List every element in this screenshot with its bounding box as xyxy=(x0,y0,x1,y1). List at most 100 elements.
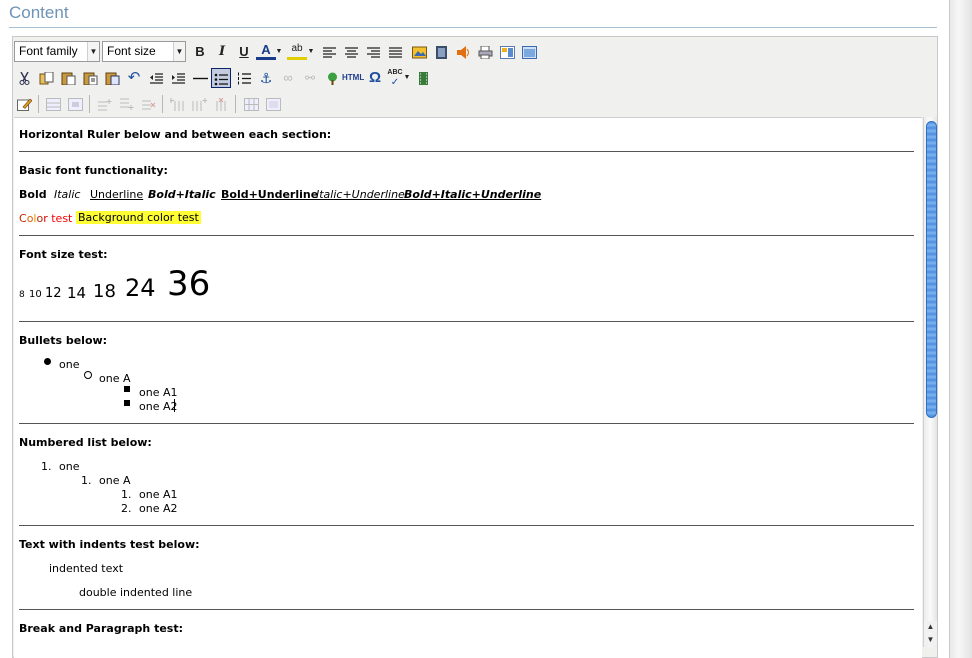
align-left-button[interactable] xyxy=(319,42,339,62)
col-before-button[interactable] xyxy=(167,94,187,114)
col-after-icon xyxy=(192,98,207,112)
numbered-list-icon xyxy=(237,72,251,85)
align-justify-icon xyxy=(388,47,402,58)
chevron-down-icon: ▼ xyxy=(87,42,99,61)
fullscreen-button[interactable] xyxy=(519,42,539,62)
spellcheck-label: ABC xyxy=(387,69,403,76)
unlink-icon: ⚯ xyxy=(304,71,316,85)
italic-button[interactable]: I xyxy=(212,42,232,62)
printer-icon xyxy=(478,46,492,60)
align-center-button[interactable] xyxy=(341,42,361,62)
align-justify-button[interactable] xyxy=(385,42,405,62)
font-heading: Basic font functionality: xyxy=(19,164,168,177)
paste-text-icon xyxy=(83,72,97,86)
toolbar-row-2: ↶ ⚓ ∞ ⚯ HTML Ω ABC ✓ ▼ xyxy=(13,65,937,91)
insert-audio-button[interactable] xyxy=(453,42,473,62)
list-number: 1. xyxy=(121,488,132,501)
toolbar-row-1: Font family ▼ Font size ▼ B I U A ▼ ab ▼ xyxy=(13,39,937,65)
html-source-button[interactable]: HTML xyxy=(342,68,364,88)
indented-text: indented text xyxy=(49,562,124,575)
size-14-text: 14 xyxy=(67,284,87,302)
bullet-circle xyxy=(84,371,92,379)
horizontal-rule xyxy=(19,321,914,322)
undo-icon: ↶ xyxy=(127,69,141,86)
scroll-down-icon[interactable]: ▼ xyxy=(923,634,937,646)
indent-button[interactable] xyxy=(168,68,188,88)
col-after-button[interactable] xyxy=(189,94,209,114)
font-size-select[interactable]: Font size ▼ xyxy=(102,41,186,62)
numbered-heading: Numbered list below: xyxy=(19,436,152,449)
unlink-button[interactable]: ⚯ xyxy=(300,68,320,88)
template-icon xyxy=(499,46,515,60)
paste-icon xyxy=(61,72,75,86)
numbered-list-button[interactable] xyxy=(234,68,254,88)
delete-row-button[interactable] xyxy=(138,94,158,114)
image-manager-button[interactable] xyxy=(322,68,342,88)
delete-row-icon xyxy=(141,100,155,110)
edit-css-button[interactable] xyxy=(14,94,34,114)
horizontal-rule-button[interactable] xyxy=(190,68,210,88)
merge-cells-icon xyxy=(265,98,281,112)
break-heading: Break and Paragraph test: xyxy=(19,622,184,635)
bold-button[interactable]: B xyxy=(190,42,210,62)
cut-button[interactable] xyxy=(14,68,34,88)
scroll-up-icon[interactable]: ▲ xyxy=(923,621,937,633)
toolbar-separator xyxy=(235,95,236,113)
chevron-down-icon[interactable]: ▼ xyxy=(307,42,315,62)
cell-props-icon xyxy=(67,98,83,112)
chevron-down-icon[interactable]: ▼ xyxy=(275,42,283,62)
paste-word-button[interactable] xyxy=(102,68,122,88)
bullets-heading: Bullets below: xyxy=(19,334,108,347)
row-before-button[interactable] xyxy=(94,94,114,114)
insert-film-button[interactable] xyxy=(413,68,433,88)
spellcheck-button[interactable]: ABC ✓ xyxy=(385,68,405,88)
merge-cells-button[interactable] xyxy=(263,94,283,114)
copy-icon xyxy=(39,72,53,85)
undo-button[interactable]: ↶ xyxy=(124,68,144,88)
align-right-button[interactable] xyxy=(363,42,383,62)
size-8-text: 8 xyxy=(19,290,25,300)
horizontal-rule xyxy=(19,423,914,424)
cell-props-button[interactable] xyxy=(65,94,85,114)
paste-text-button[interactable] xyxy=(80,68,100,88)
delete-col-icon xyxy=(216,98,225,112)
background-color-test: Background color test xyxy=(76,211,201,224)
paste-button[interactable] xyxy=(58,68,78,88)
align-center-icon xyxy=(344,47,358,58)
filmstrip-icon xyxy=(418,72,428,86)
table-props-button[interactable] xyxy=(43,94,63,114)
rich-text-editor: Font family ▼ Font size ▼ B I U A ▼ ab ▼ xyxy=(12,36,938,658)
list-item: one A2 xyxy=(139,502,178,515)
horizontal-rule xyxy=(19,525,914,526)
underline-button[interactable]: U xyxy=(234,42,254,62)
list-item: one xyxy=(59,460,80,473)
bullet-list-icon xyxy=(214,73,228,86)
editor-document[interactable]: Horizontal Ruler below and between each … xyxy=(14,117,922,658)
list-number: 1. xyxy=(81,474,92,487)
chevron-down-icon[interactable]: ▼ xyxy=(403,68,411,88)
page-scrollbar[interactable] xyxy=(949,0,972,658)
bullet-list-button[interactable] xyxy=(211,68,231,88)
special-char-button[interactable]: Ω xyxy=(365,68,385,88)
insert-media-button[interactable] xyxy=(431,42,451,62)
insert-image-button[interactable] xyxy=(409,42,429,62)
forecolor-button[interactable]: A xyxy=(256,42,276,60)
row-after-button[interactable] xyxy=(116,94,136,114)
bullet-disc xyxy=(44,358,51,365)
print-button[interactable] xyxy=(475,42,495,62)
scrollbar-thumb[interactable] xyxy=(926,121,937,418)
image-icon xyxy=(411,46,427,59)
delete-col-button[interactable] xyxy=(211,94,231,114)
copy-button[interactable] xyxy=(36,68,56,88)
split-cells-button[interactable] xyxy=(241,94,261,114)
outdent-button[interactable] xyxy=(146,68,166,88)
template-button[interactable] xyxy=(497,42,517,62)
anchor-button[interactable]: ⚓ xyxy=(256,68,276,88)
list-number: 1. xyxy=(41,460,52,473)
color-test-char: test xyxy=(47,212,73,225)
backcolor-button[interactable]: ab xyxy=(287,42,307,60)
font-family-select[interactable]: Font family ▼ xyxy=(14,41,100,62)
italic-underline-text: Italic+Underline xyxy=(316,188,405,201)
document-scrollbar[interactable] xyxy=(923,117,937,647)
link-button[interactable]: ∞ xyxy=(278,68,298,88)
